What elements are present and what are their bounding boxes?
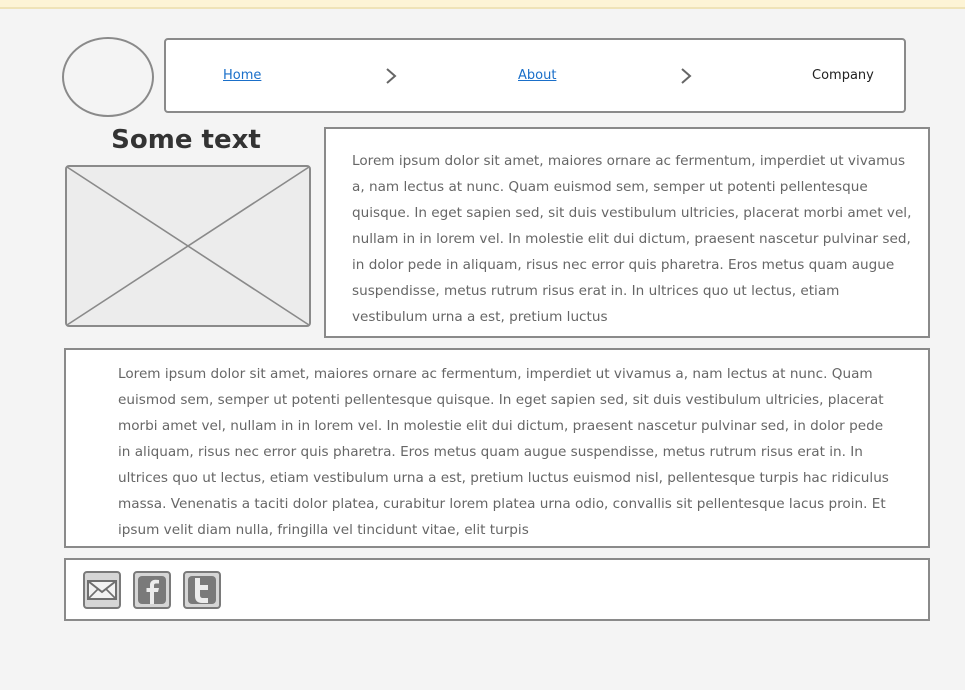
chevron-right-icon — [680, 67, 692, 85]
top-notification-bar — [0, 0, 965, 9]
image-placeholder — [65, 165, 311, 327]
section-heading: Some text — [111, 125, 261, 155]
breadcrumb: Home About Company — [164, 38, 906, 113]
breadcrumb-about-link[interactable]: About — [518, 68, 556, 84]
logo-placeholder — [62, 37, 154, 117]
text-block-secondary: Lorem ipsum dolor sit amet, maiores orna… — [64, 348, 930, 548]
social-links-bar — [64, 558, 930, 621]
text-block-primary: Lorem ipsum dolor sit amet, maiores orna… — [324, 127, 930, 338]
breadcrumb-current-page: Company — [812, 68, 874, 83]
facebook-icon[interactable] — [133, 571, 171, 609]
chevron-right-icon — [385, 67, 397, 85]
paragraph-text: Lorem ipsum dolor sit amet, maiores orna… — [118, 366, 889, 538]
breadcrumb-home-link[interactable]: Home — [223, 68, 261, 84]
email-icon[interactable] — [83, 571, 121, 609]
twitter-icon[interactable] — [183, 571, 221, 609]
paragraph-text: Lorem ipsum dolor sit amet, maiores orna… — [352, 153, 912, 325]
